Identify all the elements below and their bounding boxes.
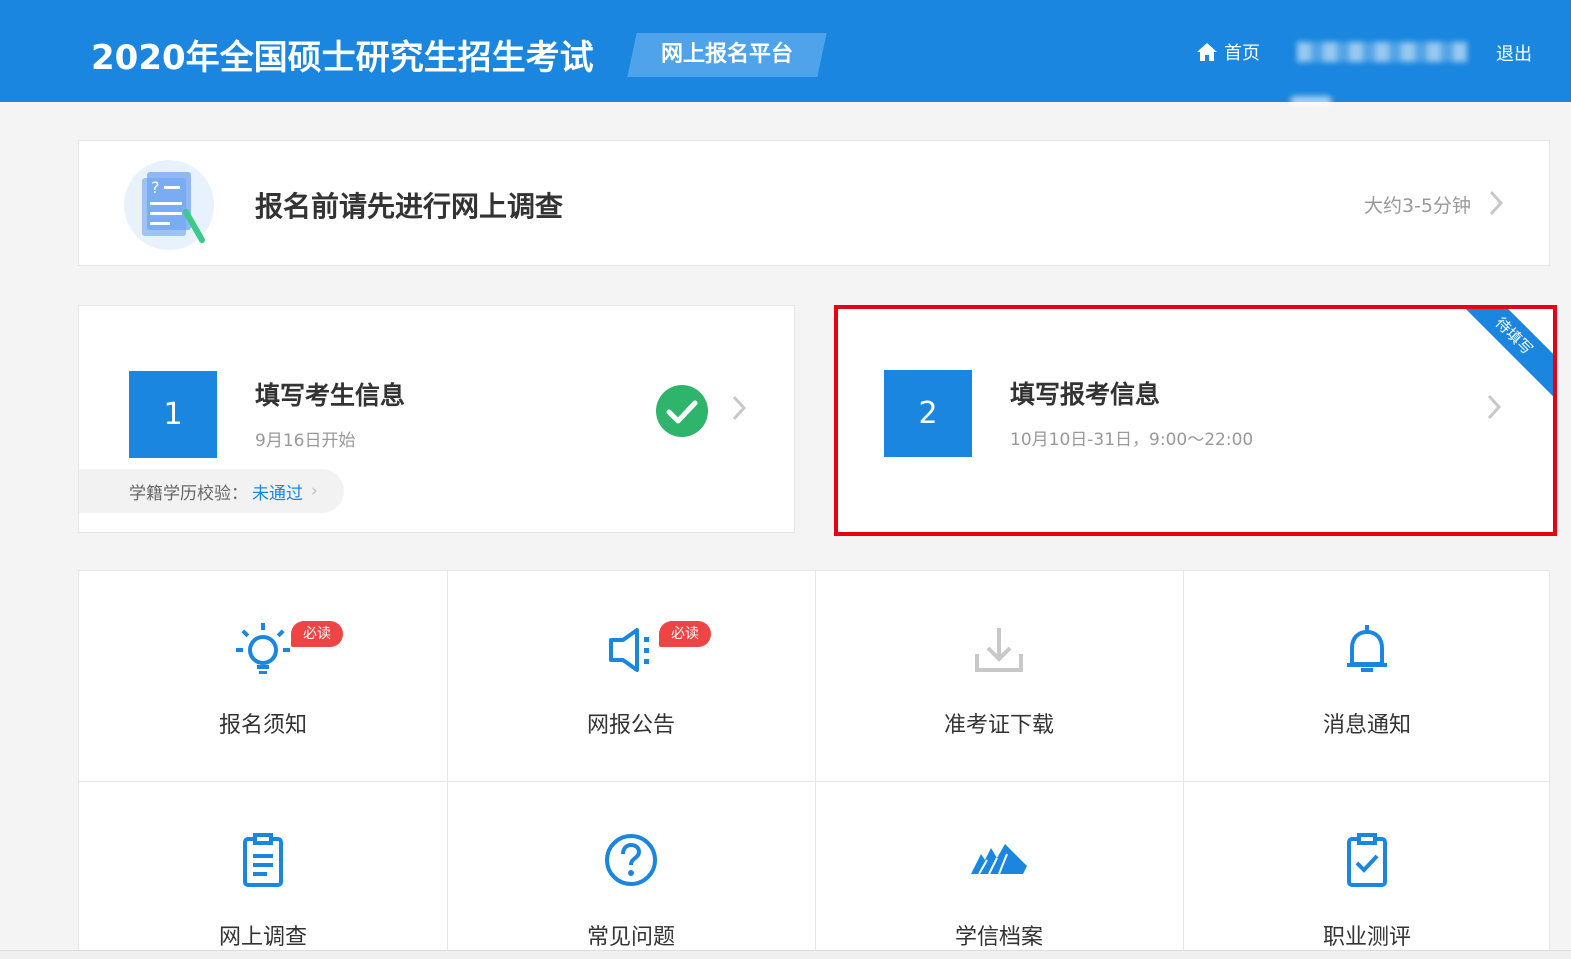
grid-item-admission-ticket-download[interactable]: 准考证下载 [815,571,1183,781]
user-name-blurred [1297,42,1467,62]
grid-item-label: 网报公告 [586,713,675,738]
step-title: 填写报考信息 [1010,380,1161,409]
step-title: 填写考生信息 [255,381,406,410]
download-icon [967,618,1031,682]
logout-link[interactable]: 退出 [1496,40,1532,66]
chevron-right-icon [731,394,747,430]
survey-banner[interactable]: ? 报名前请先进行网上调查 大约3-5分钟 [78,140,1550,266]
grid-item-registration-notice[interactable]: 必读 报名须知 [79,571,447,781]
step-card-application-info[interactable]: 待填写 2 填写报考信息 10月10日-31日，9:00～22:00 [834,305,1557,536]
top-header: 2020年全国硕士研究生招生考试 网上报名平台 首页 退出 [0,0,1571,106]
grid-item-career-assessment[interactable]: 职业测评 [1183,782,1551,959]
clipboard-icon [231,828,295,892]
question-icon [599,828,663,892]
bell-icon [1335,618,1399,682]
chevron-right-icon [1488,189,1504,224]
grid-item-label: 网上调查 [218,925,307,950]
chevron-right-icon [1486,393,1502,429]
user-name-blurred-underline [1290,96,1332,106]
lightbulb-icon [231,618,295,682]
grid-item-label: 学信档案 [954,925,1043,950]
survey-document-icon: ? [124,160,214,250]
speaker-icon [599,618,663,682]
verify-label: 学籍学历校验： [129,483,248,504]
grid-item-chsi-archive[interactable]: 学信档案 [815,782,1183,959]
step-number-badge: 1 [129,371,217,458]
grid-item-online-survey[interactable]: 网上调查 [79,782,447,959]
clipboard-check-icon [1335,828,1399,892]
platform-tag: 网上报名平台 [627,33,827,77]
verify-status[interactable]: 未通过 [252,479,303,504]
step-card-candidate-info[interactable]: 1 填写考生信息 9月16日开始 学籍学历校验： 未通过 › [78,305,795,533]
survey-title: 报名前请先进行网上调查 [255,190,564,223]
must-read-badge: 必读 [659,621,711,647]
site-title: 2020年全国硕士研究生招生考试 [91,38,594,78]
education-verify-link[interactable]: 学籍学历校验： 未通过 › [79,469,344,513]
chevron-right-small-icon: › [311,481,318,501]
step-number-badge: 2 [884,370,972,457]
grid-item-label: 常见问题 [586,925,675,950]
home-link[interactable]: 首页 [1196,40,1260,64]
grid-item-faq[interactable]: 常见问题 [447,782,815,959]
step-date: 9月16日开始 [255,431,356,451]
function-grid: 必读 报名须知 必读 网报公告 准考证下载 消息通知 网上调查 常见问题 学信档… [78,570,1551,959]
grid-item-label: 消息通知 [1322,713,1411,738]
chsi-logo-icon [967,828,1031,892]
grid-item-label: 职业测评 [1322,925,1411,950]
pending-ribbon: 待填写 [1443,309,1553,407]
survey-time: 大约3-5分钟 [1363,195,1471,217]
must-read-badge: 必读 [291,621,343,647]
grid-item-label: 准考证下载 [943,713,1054,738]
step-date: 10月10日-31日，9:00～22:00 [1010,430,1254,450]
platform-tag-label: 网上报名平台 [660,42,793,67]
home-icon [1197,43,1217,61]
grid-item-announcement[interactable]: 必读 网报公告 [447,571,815,781]
check-circle-icon [656,385,708,437]
grid-item-label: 报名须知 [218,713,307,738]
svg-text:?: ? [151,178,160,197]
home-link-label: 首页 [1224,43,1260,64]
grid-item-notifications[interactable]: 消息通知 [1183,571,1551,781]
browser-status-bar [0,950,1571,959]
